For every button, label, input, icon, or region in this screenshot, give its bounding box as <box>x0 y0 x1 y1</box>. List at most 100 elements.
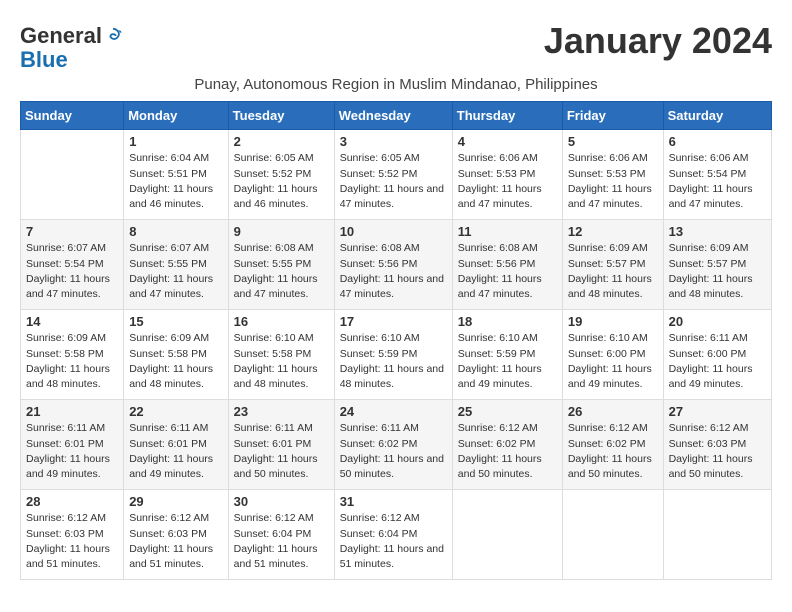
day-info: Sunrise: 6:10 AM Sunset: 5:58 PM Dayligh… <box>234 331 329 392</box>
calendar-header-thursday: Thursday <box>452 102 562 130</box>
day-number: 13 <box>669 224 766 239</box>
day-info: Sunrise: 6:12 AM Sunset: 6:04 PM Dayligh… <box>340 511 447 572</box>
calendar-cell: 17 Sunrise: 6:10 AM Sunset: 5:59 PM Dayli… <box>334 310 452 400</box>
calendar-week-row: 14Sunrise: 6:09 AM Sunset: 5:58 PM Dayli… <box>21 310 772 400</box>
day-number: 31 <box>340 494 447 509</box>
day-number: 23 <box>234 404 329 419</box>
calendar-cell: 4 Sunrise: 6:06 AM Sunset: 5:53 PM Daylig… <box>452 130 562 220</box>
day-info: Sunrise: 6:12 AM Sunset: 6:03 PM Dayligh… <box>26 511 118 572</box>
calendar-table: SundayMondayTuesdayWednesdayThursdayFrid… <box>20 101 772 580</box>
calendar-header-row: SundayMondayTuesdayWednesdayThursdayFrid… <box>21 102 772 130</box>
calendar-cell <box>562 490 663 580</box>
calendar-cell: 6 Sunrise: 6:06 AM Sunset: 5:54 PM Daylig… <box>663 130 771 220</box>
day-number: 10 <box>340 224 447 239</box>
calendar-cell: 22 Sunrise: 6:11 AM Sunset: 6:01 PM Dayli… <box>124 400 228 490</box>
day-number: 3 <box>340 134 447 149</box>
calendar-cell: 20Sunrise: 6:11 AM Sunset: 6:00 PM Dayli… <box>663 310 771 400</box>
day-info: Sunrise: 6:12 AM Sunset: 6:04 PM Dayligh… <box>234 511 329 572</box>
calendar-cell: 9Sunrise: 6:08 AM Sunset: 5:55 PM Daylig… <box>228 220 334 310</box>
calendar-cell: 16 Sunrise: 6:10 AM Sunset: 5:58 PM Dayli… <box>228 310 334 400</box>
calendar-week-row: 1Sunrise: 6:04 AM Sunset: 5:51 PM Daylig… <box>21 130 772 220</box>
day-info: Sunrise: 6:09 AM Sunset: 5:57 PM Dayligh… <box>669 241 766 302</box>
calendar-cell: 10 Sunrise: 6:08 AM Sunset: 5:56 PM Dayli… <box>334 220 452 310</box>
day-number: 15 <box>129 314 222 329</box>
day-info: Sunrise: 6:11 AM Sunset: 6:01 PM Dayligh… <box>129 421 222 482</box>
calendar-cell <box>663 490 771 580</box>
calendar-cell: 25Sunrise: 6:12 AM Sunset: 6:02 PM Dayli… <box>452 400 562 490</box>
month-title: January 2024 <box>544 20 772 62</box>
day-info: Sunrise: 6:11 AM Sunset: 6:01 PM Dayligh… <box>234 421 329 482</box>
day-number: 12 <box>568 224 658 239</box>
calendar-week-row: 7Sunrise: 6:07 AM Sunset: 5:54 PM Daylig… <box>21 220 772 310</box>
day-number: 8 <box>129 224 222 239</box>
day-info: Sunrise: 6:10 AM Sunset: 5:59 PM Dayligh… <box>458 331 557 392</box>
day-number: 9 <box>234 224 329 239</box>
day-number: 27 <box>669 404 766 419</box>
day-number: 16 <box>234 314 329 329</box>
logo-text-blue: Blue <box>20 48 122 72</box>
calendar-cell: 24 Sunrise: 6:11 AM Sunset: 6:02 PM Dayli… <box>334 400 452 490</box>
day-number: 17 <box>340 314 447 329</box>
day-number: 6 <box>669 134 766 149</box>
calendar-subtitle: Punay, Autonomous Region in Muslim Minda… <box>20 76 772 93</box>
day-info: Sunrise: 6:09 AM Sunset: 5:57 PM Dayligh… <box>568 241 658 302</box>
calendar-cell: 5 Sunrise: 6:06 AM Sunset: 5:53 PM Daylig… <box>562 130 663 220</box>
calendar-cell: 30 Sunrise: 6:12 AM Sunset: 6:04 PM Dayli… <box>228 490 334 580</box>
calendar-cell: 14Sunrise: 6:09 AM Sunset: 5:58 PM Dayli… <box>21 310 124 400</box>
calendar-cell: 21Sunrise: 6:11 AM Sunset: 6:01 PM Dayli… <box>21 400 124 490</box>
calendar-cell: 18 Sunrise: 6:10 AM Sunset: 5:59 PM Dayli… <box>452 310 562 400</box>
calendar-week-row: 21Sunrise: 6:11 AM Sunset: 6:01 PM Dayli… <box>21 400 772 490</box>
calendar-header-friday: Friday <box>562 102 663 130</box>
day-number: 30 <box>234 494 329 509</box>
day-number: 4 <box>458 134 557 149</box>
day-number: 2 <box>234 134 329 149</box>
calendar-cell: 3 Sunrise: 6:05 AM Sunset: 5:52 PM Daylig… <box>334 130 452 220</box>
calendar-cell: 12 Sunrise: 6:09 AM Sunset: 5:57 PM Dayli… <box>562 220 663 310</box>
calendar-header-sunday: Sunday <box>21 102 124 130</box>
day-info: Sunrise: 6:06 AM Sunset: 5:54 PM Dayligh… <box>669 151 766 212</box>
day-info: Sunrise: 6:06 AM Sunset: 5:53 PM Dayligh… <box>568 151 658 212</box>
calendar-cell <box>452 490 562 580</box>
day-info: Sunrise: 6:12 AM Sunset: 6:03 PM Dayligh… <box>129 511 222 572</box>
calendar-cell: 7Sunrise: 6:07 AM Sunset: 5:54 PM Daylig… <box>21 220 124 310</box>
day-info: Sunrise: 6:11 AM Sunset: 6:02 PM Dayligh… <box>340 421 447 482</box>
day-number: 14 <box>26 314 118 329</box>
day-info: Sunrise: 6:08 AM Sunset: 5:56 PM Dayligh… <box>340 241 447 302</box>
day-number: 7 <box>26 224 118 239</box>
day-info: Sunrise: 6:05 AM Sunset: 5:52 PM Dayligh… <box>340 151 447 212</box>
day-info: Sunrise: 6:12 AM Sunset: 6:02 PM Dayligh… <box>568 421 658 482</box>
day-info: Sunrise: 6:08 AM Sunset: 5:56 PM Dayligh… <box>458 241 557 302</box>
calendar-cell: 29 Sunrise: 6:12 AM Sunset: 6:03 PM Dayli… <box>124 490 228 580</box>
day-number: 20 <box>669 314 766 329</box>
logo: General Blue <box>20 24 122 72</box>
day-number: 1 <box>129 134 222 149</box>
day-number: 26 <box>568 404 658 419</box>
day-number: 28 <box>26 494 118 509</box>
day-number: 24 <box>340 404 447 419</box>
day-info: Sunrise: 6:10 AM Sunset: 5:59 PM Dayligh… <box>340 331 447 392</box>
calendar-cell: 1Sunrise: 6:04 AM Sunset: 5:51 PM Daylig… <box>124 130 228 220</box>
day-number: 22 <box>129 404 222 419</box>
calendar-cell: 11 Sunrise: 6:08 AM Sunset: 5:56 PM Dayli… <box>452 220 562 310</box>
day-info: Sunrise: 6:06 AM Sunset: 5:53 PM Dayligh… <box>458 151 557 212</box>
day-number: 29 <box>129 494 222 509</box>
calendar-cell: 23 Sunrise: 6:11 AM Sunset: 6:01 PM Dayli… <box>228 400 334 490</box>
calendar-body: 1Sunrise: 6:04 AM Sunset: 5:51 PM Daylig… <box>21 130 772 580</box>
day-info: Sunrise: 6:12 AM Sunset: 6:02 PM Dayligh… <box>458 421 557 482</box>
logo-text-general: General <box>20 24 102 48</box>
day-number: 11 <box>458 224 557 239</box>
calendar-cell: 2Sunrise: 6:05 AM Sunset: 5:52 PM Daylig… <box>228 130 334 220</box>
day-number: 18 <box>458 314 557 329</box>
logo-bird-icon <box>104 27 122 45</box>
calendar-cell <box>21 130 124 220</box>
day-number: 5 <box>568 134 658 149</box>
calendar-header-wednesday: Wednesday <box>334 102 452 130</box>
calendar-header-tuesday: Tuesday <box>228 102 334 130</box>
calendar-cell: 19 Sunrise: 6:10 AM Sunset: 6:00 PM Dayli… <box>562 310 663 400</box>
day-info: Sunrise: 6:10 AM Sunset: 6:00 PM Dayligh… <box>568 331 658 392</box>
calendar-cell: 27Sunrise: 6:12 AM Sunset: 6:03 PM Dayli… <box>663 400 771 490</box>
calendar-cell: 8Sunrise: 6:07 AM Sunset: 5:55 PM Daylig… <box>124 220 228 310</box>
day-number: 19 <box>568 314 658 329</box>
page-header: General Blue January 2024 <box>20 20 772 72</box>
calendar-cell: 28 Sunrise: 6:12 AM Sunset: 6:03 PM Dayli… <box>21 490 124 580</box>
